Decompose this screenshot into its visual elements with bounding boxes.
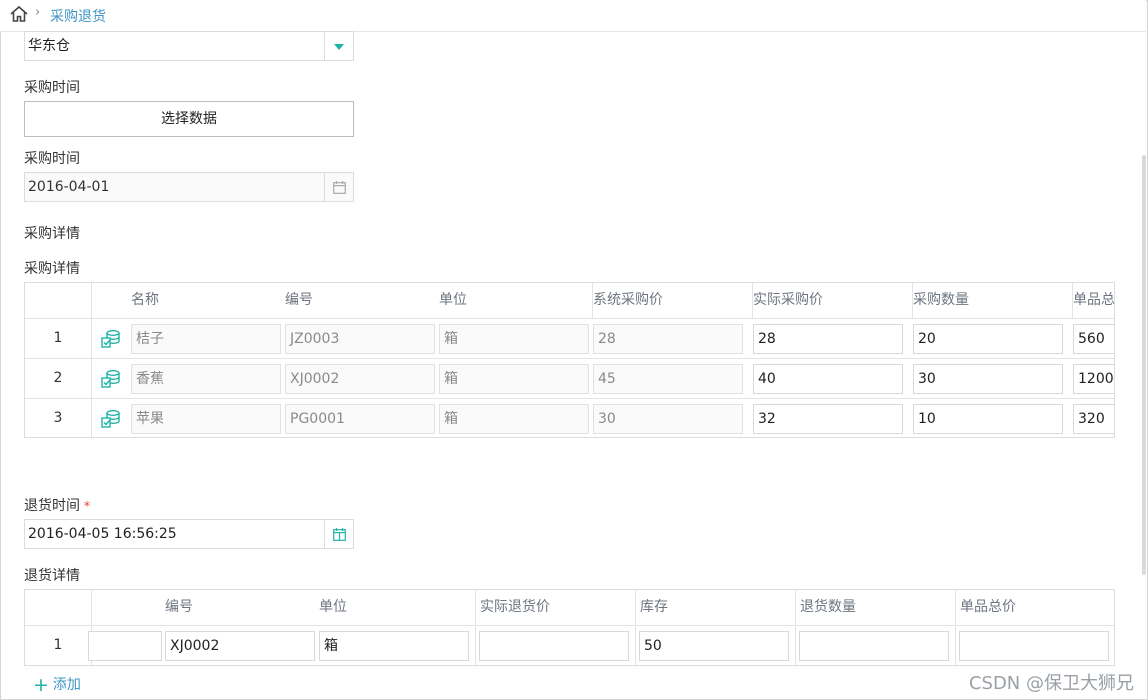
header-actual-price: 实际采购价	[753, 292, 823, 308]
purchase-date-value: 2016-04-01	[28, 179, 110, 195]
header-divider	[592, 283, 593, 319]
cell-system-price: 30	[593, 404, 743, 434]
cell-quantity-input[interactable]: 30	[913, 364, 1063, 394]
return-time-calendar-button[interactable]	[324, 520, 353, 548]
purchase-date-field: 2016-04-01	[24, 172, 354, 202]
plus-icon: +	[33, 674, 49, 696]
cell-name: 桔子	[131, 324, 281, 354]
header-code: 编号	[285, 292, 313, 308]
column-divider	[795, 626, 796, 665]
watermark: CSDN @保卫大狮兄	[968, 673, 1134, 694]
cell-unit: 箱	[439, 364, 589, 394]
purchase-date-calendar-button	[324, 173, 353, 201]
column-divider	[955, 626, 956, 665]
header-unit: 单位	[319, 599, 347, 615]
cell-name: 苹果	[131, 404, 281, 434]
warehouse-select[interactable]: 华东仓	[24, 31, 354, 61]
header-system-price: 系统采购价	[593, 292, 663, 308]
purchase-detail-label: 采购详情	[24, 261, 80, 277]
calendar-icon	[333, 181, 346, 194]
table-row: 香蕉 XJ0002 箱 45 40 30 1200	[92, 359, 1114, 399]
table-header-row: 编号 单位	[92, 590, 476, 626]
table-header-row: 名称 编号 单位 系统采购价 实际采购价 采购数量 单品总	[92, 283, 1115, 319]
header-total: 单品总	[1073, 292, 1115, 308]
cell-name: 香蕉	[131, 364, 281, 394]
purchase-detail-heading: 采购详情	[24, 226, 80, 242]
purchase-time-label-2: 采购时间	[24, 151, 80, 167]
row-index-header	[25, 283, 92, 319]
cell-system-price: 28	[593, 324, 743, 354]
cell-total-input[interactable]: 1200	[1073, 364, 1114, 394]
header-actual-return-price: 实际退货价	[476, 590, 636, 626]
header-divider	[912, 283, 913, 319]
warehouse-dropdown-toggle[interactable]	[324, 32, 353, 60]
breadcrumb: › 采购退货	[0, 0, 1146, 32]
cell-unit: 箱	[439, 324, 589, 354]
column-divider	[635, 626, 636, 665]
cell-code: JZ0003	[285, 324, 435, 354]
row-index: 2	[25, 359, 92, 399]
header-name: 名称	[131, 292, 159, 308]
cell-actual-price-input[interactable]: 28	[753, 324, 903, 354]
table-row: 桔子 JZ0003 箱 28 28 20 560	[92, 319, 1114, 359]
add-row-label: 添加	[52, 677, 81, 693]
column-divider	[475, 590, 476, 665]
table-row: XJ0002 箱 50	[88, 590, 1114, 665]
cell-actual-price-input[interactable]: 32	[753, 404, 903, 434]
add-row-button[interactable]: + 添加	[33, 674, 81, 696]
vertical-scrollbar[interactable]	[1142, 155, 1146, 575]
return-detail-table: 编号 单位 实际退货价 库存 退货数量 单品总价 1 XJ0002 箱 50	[24, 589, 1115, 666]
header-total: 单品总价	[956, 590, 1114, 626]
return-detail-label: 退货详情	[24, 568, 80, 584]
return-time-label: 退货时间 *	[24, 495, 90, 515]
header-divider	[752, 283, 753, 319]
required-marker: *	[84, 499, 90, 513]
cell-total-input[interactable]	[959, 631, 1109, 661]
select-product-icon[interactable]	[101, 409, 121, 429]
header-quantity: 采购数量	[913, 292, 969, 308]
purchase-detail-table: 名称 编号 单位 系统采购价 实际采购价 采购数量 单品总 1 桔子 JZ000…	[24, 282, 1115, 438]
header-stock: 库存	[636, 590, 796, 626]
breadcrumb-separator: ›	[35, 5, 41, 20]
cell-quantity-input[interactable]: 10	[913, 404, 1063, 434]
return-time-label-text: 退货时间	[24, 498, 80, 514]
cell-quantity-input[interactable]: 20	[913, 324, 1063, 354]
table-row: 苹果 PG0001 箱 30 32 10 320	[92, 399, 1114, 437]
header-code: 编号	[165, 599, 193, 615]
header-return-quantity: 退货数量	[796, 590, 956, 626]
cell-system-price: 45	[593, 364, 743, 394]
home-icon[interactable]	[9, 5, 29, 23]
row-index: 1	[25, 319, 92, 359]
return-time-field[interactable]: 2016-04-05 16:56:25	[24, 519, 354, 549]
breadcrumb-current[interactable]: 采购退货	[50, 6, 106, 26]
select-data-button[interactable]: 选择数据	[24, 101, 354, 137]
cell-actual-return-price-input[interactable]	[479, 631, 629, 661]
cell-actual-price-input[interactable]: 40	[753, 364, 903, 394]
select-product-icon[interactable]	[101, 369, 121, 389]
cell-unit-input[interactable]: 箱	[319, 631, 469, 661]
header-divider	[1072, 283, 1073, 319]
header-unit: 单位	[439, 292, 467, 308]
cell-code: PG0001	[285, 404, 435, 434]
cell-total-input[interactable]: 560	[1073, 324, 1114, 354]
cell-code-input[interactable]: XJ0002	[165, 631, 315, 661]
cell-total-input[interactable]: 320	[1073, 404, 1114, 434]
cell-stock: 50	[639, 631, 789, 661]
row-index: 3	[25, 399, 92, 437]
row-index-header	[25, 590, 92, 626]
cell-code: XJ0002	[285, 364, 435, 394]
dropdown-caret-icon	[334, 44, 344, 50]
cell-return-quantity-input[interactable]	[799, 631, 949, 661]
cell-unit: 箱	[439, 404, 589, 434]
cell-name-input[interactable]	[88, 631, 162, 661]
row-index: 1	[25, 626, 92, 665]
warehouse-value: 华东仓	[28, 38, 70, 54]
select-product-icon[interactable]	[101, 329, 121, 349]
purchase-time-label: 采购时间	[24, 80, 80, 96]
return-time-value: 2016-04-05 16:56:25	[28, 526, 177, 542]
calendar-icon	[333, 528, 346, 541]
